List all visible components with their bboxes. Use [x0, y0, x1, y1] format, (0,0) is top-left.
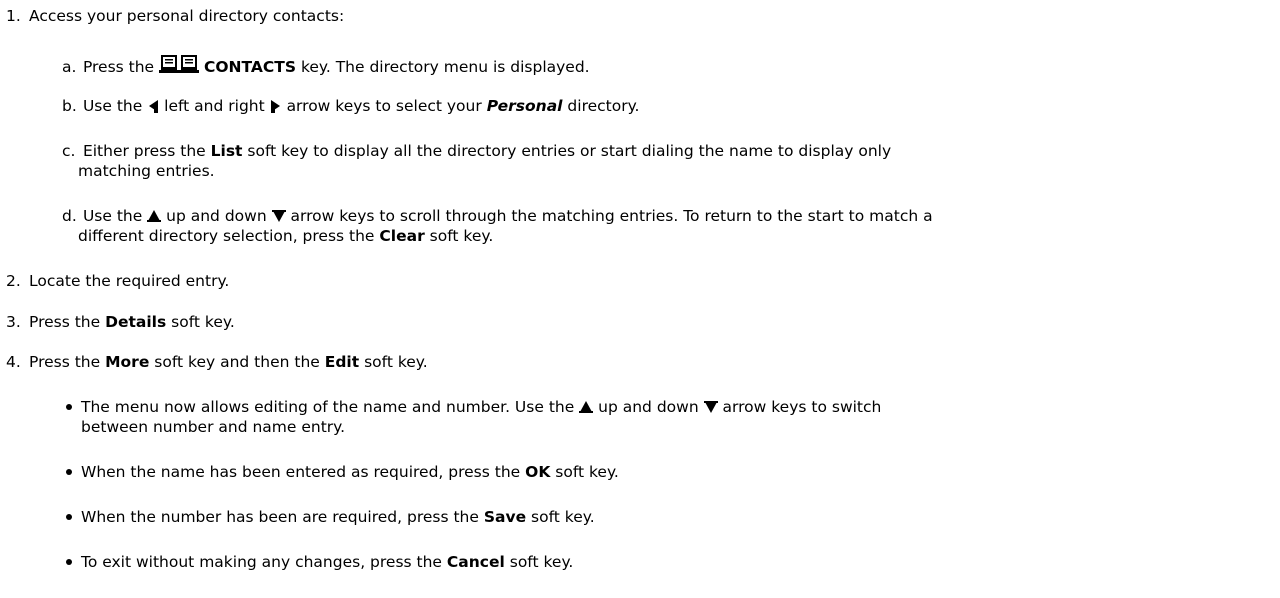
text: between number and name entry. [81, 418, 346, 436]
ok-key: OK [525, 463, 551, 481]
bullet-1-cont: between number and name entry. [81, 418, 345, 436]
step-2: 2. Locate the required entry. [6, 272, 229, 290]
text: To exit without making any changes, pres… [81, 553, 442, 571]
up-arrow-icon [147, 209, 162, 227]
substep-b: b. Use the left and right arrow keys to … [62, 97, 639, 117]
text: soft key. [509, 553, 574, 571]
text: soft key to display all the directory en… [247, 142, 892, 160]
text: Use the [82, 207, 143, 225]
text: Use the [82, 97, 143, 115]
book-icon [159, 52, 200, 78]
text: Press the [29, 353, 101, 371]
step-number: 2. [6, 272, 21, 290]
step-number: 1. [6, 7, 21, 25]
bullet-marker [66, 404, 72, 410]
cancel-key: Cancel [446, 553, 505, 571]
more-key: More [105, 353, 150, 371]
substep-letter: d. [62, 207, 77, 225]
text: matching entries. [78, 162, 215, 180]
text: arrow keys to select your [286, 97, 482, 115]
text: Press the [29, 313, 101, 331]
text: arrow keys to scroll through the matchin… [290, 207, 933, 225]
save-key: Save [483, 508, 527, 526]
step-1: 1. Access your personal directory contact… [6, 7, 344, 25]
document: 1. Access your personal directory contact… [0, 0, 1280, 598]
text: different directory selection, press the [78, 227, 375, 245]
text: up and down [598, 398, 699, 416]
bullet-3: When the number has been are required, p… [81, 508, 595, 526]
substep-letter: b. [62, 97, 77, 115]
down-arrow-icon [703, 400, 718, 418]
text: left and right [164, 97, 265, 115]
text: Either press the [82, 142, 206, 160]
text: soft key. [429, 227, 494, 245]
step-3: 3. Press the Details soft key. [6, 313, 235, 331]
step-number: 4. [6, 353, 21, 371]
text: up and down [166, 207, 267, 225]
bullet-marker [66, 559, 72, 565]
personal-term: Personal [486, 97, 563, 115]
text: When the name has been entered as requir… [81, 463, 521, 481]
substep-d-cont: different directory selection, press the… [78, 227, 493, 245]
bullet-marker [66, 514, 72, 520]
up-arrow-icon [579, 400, 594, 418]
bullet-2: When the name has been entered as requir… [81, 463, 619, 481]
right-arrow-icon [270, 99, 282, 117]
text: soft key. [171, 313, 235, 331]
text: soft key. [364, 353, 428, 371]
text: When the number has been are required, p… [81, 508, 479, 526]
text: Press the [82, 58, 155, 76]
contacts-key: CONTACTS [203, 58, 296, 76]
left-arrow-icon [147, 99, 159, 117]
step-text: Access your personal directory contacts: [29, 7, 345, 25]
text: soft key. [531, 508, 595, 526]
text: directory. [567, 97, 640, 115]
substep-d: d. Use the up and down arrow keys to scr… [62, 207, 933, 227]
details-key: Details [105, 313, 167, 331]
substep-c-cont: matching entries. [78, 162, 215, 180]
bullet-1: The menu now allows editing of the name … [81, 398, 881, 418]
text: The menu now allows editing of the name … [81, 398, 575, 416]
edit-key: Edit [324, 353, 360, 371]
text: key. The directory menu is displayed. [300, 58, 590, 76]
step-number: 3. [6, 313, 21, 331]
list-key: List [210, 142, 243, 160]
bullet-marker [66, 469, 72, 475]
text: soft key and then the [154, 353, 320, 371]
substep-c: c. Either press the List soft key to dis… [62, 142, 891, 160]
clear-key: Clear [379, 227, 425, 245]
text: soft key. [555, 463, 619, 481]
down-arrow-icon [271, 209, 286, 227]
step-text: Locate the required entry. [29, 272, 230, 290]
step-4: 4. Press the More soft key and then the E… [6, 353, 428, 371]
substep-letter: a. [62, 58, 77, 76]
text: arrow keys to switch [722, 398, 882, 416]
substep-a: a. Press the CONTACTS key. The directory… [62, 52, 590, 78]
substep-letter: c. [62, 142, 76, 160]
bullet-4: To exit without making any changes, pres… [81, 553, 573, 571]
